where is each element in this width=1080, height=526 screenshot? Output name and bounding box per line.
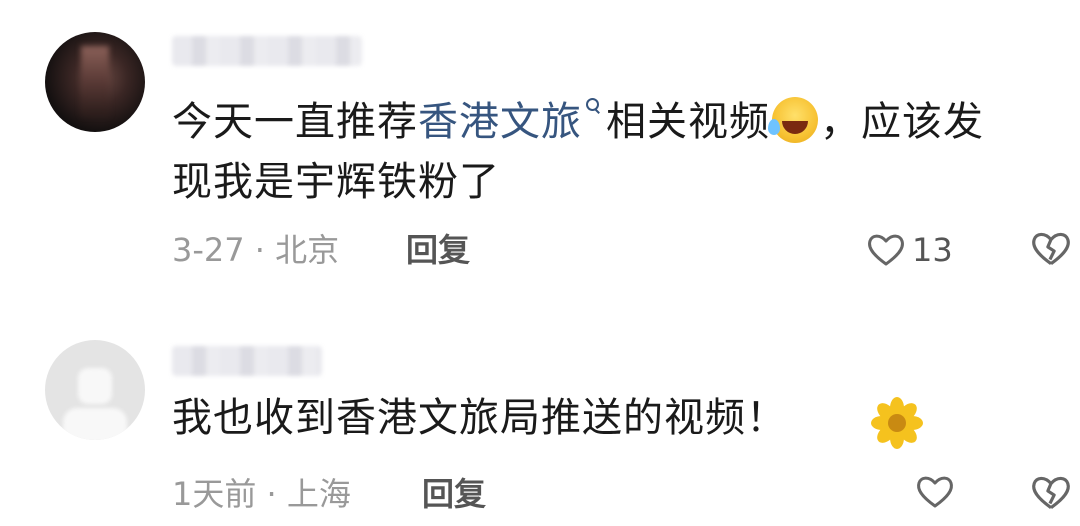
comment-text-part: 现我是宇辉铁粉了 bbox=[172, 159, 500, 205]
comment-text: 我也收到香港文旅局推送的视频！ bbox=[172, 395, 787, 441]
dislike-button[interactable] bbox=[1030, 228, 1072, 274]
search-link-label[interactable]: 香港文旅 bbox=[418, 99, 582, 145]
username-blurred[interactable] bbox=[172, 346, 322, 376]
like-count: 13 bbox=[912, 231, 953, 269]
comment-item: 今天一直推荐香港文旅 相关视频 ，应该发 现我是宇辉铁粉了 3-27 · 北京 回复… bbox=[0, 0, 1080, 290]
avatar-head bbox=[78, 368, 112, 404]
comment-meta: 3-27 · 北京 bbox=[172, 231, 340, 269]
avatar[interactable] bbox=[45, 340, 145, 440]
comment-text: 今天一直推荐香港文旅 相关视频 ，应该发 现我是宇辉铁粉了 bbox=[172, 92, 1052, 212]
comment-meta: 1天前 · 上海 bbox=[172, 475, 351, 513]
comment-text-part: 相关视频 bbox=[606, 99, 770, 145]
avatar[interactable] bbox=[45, 32, 145, 132]
username-blurred[interactable] bbox=[172, 36, 362, 66]
like-button[interactable]: 13 bbox=[866, 228, 953, 272]
reply-button[interactable]: 回复 bbox=[422, 474, 486, 514]
search-link[interactable]: 香港文旅 bbox=[418, 98, 606, 145]
heart-icon[interactable] bbox=[866, 230, 906, 270]
broken-heart-icon[interactable] bbox=[1030, 472, 1072, 514]
avatar-body bbox=[63, 408, 127, 440]
comment-text-part: ，应该发 bbox=[820, 99, 984, 145]
reply-button[interactable]: 回复 bbox=[406, 230, 470, 270]
search-icon[interactable] bbox=[584, 92, 602, 122]
like-button[interactable] bbox=[915, 472, 955, 512]
comment-text-part: 今天一直推荐 bbox=[172, 99, 418, 145]
laughing-tears-emoji bbox=[768, 97, 818, 143]
broken-heart-icon[interactable] bbox=[1030, 228, 1072, 270]
sunflower-emoji bbox=[871, 397, 923, 449]
heart-icon[interactable] bbox=[915, 472, 955, 512]
dislike-button[interactable] bbox=[1030, 472, 1072, 518]
